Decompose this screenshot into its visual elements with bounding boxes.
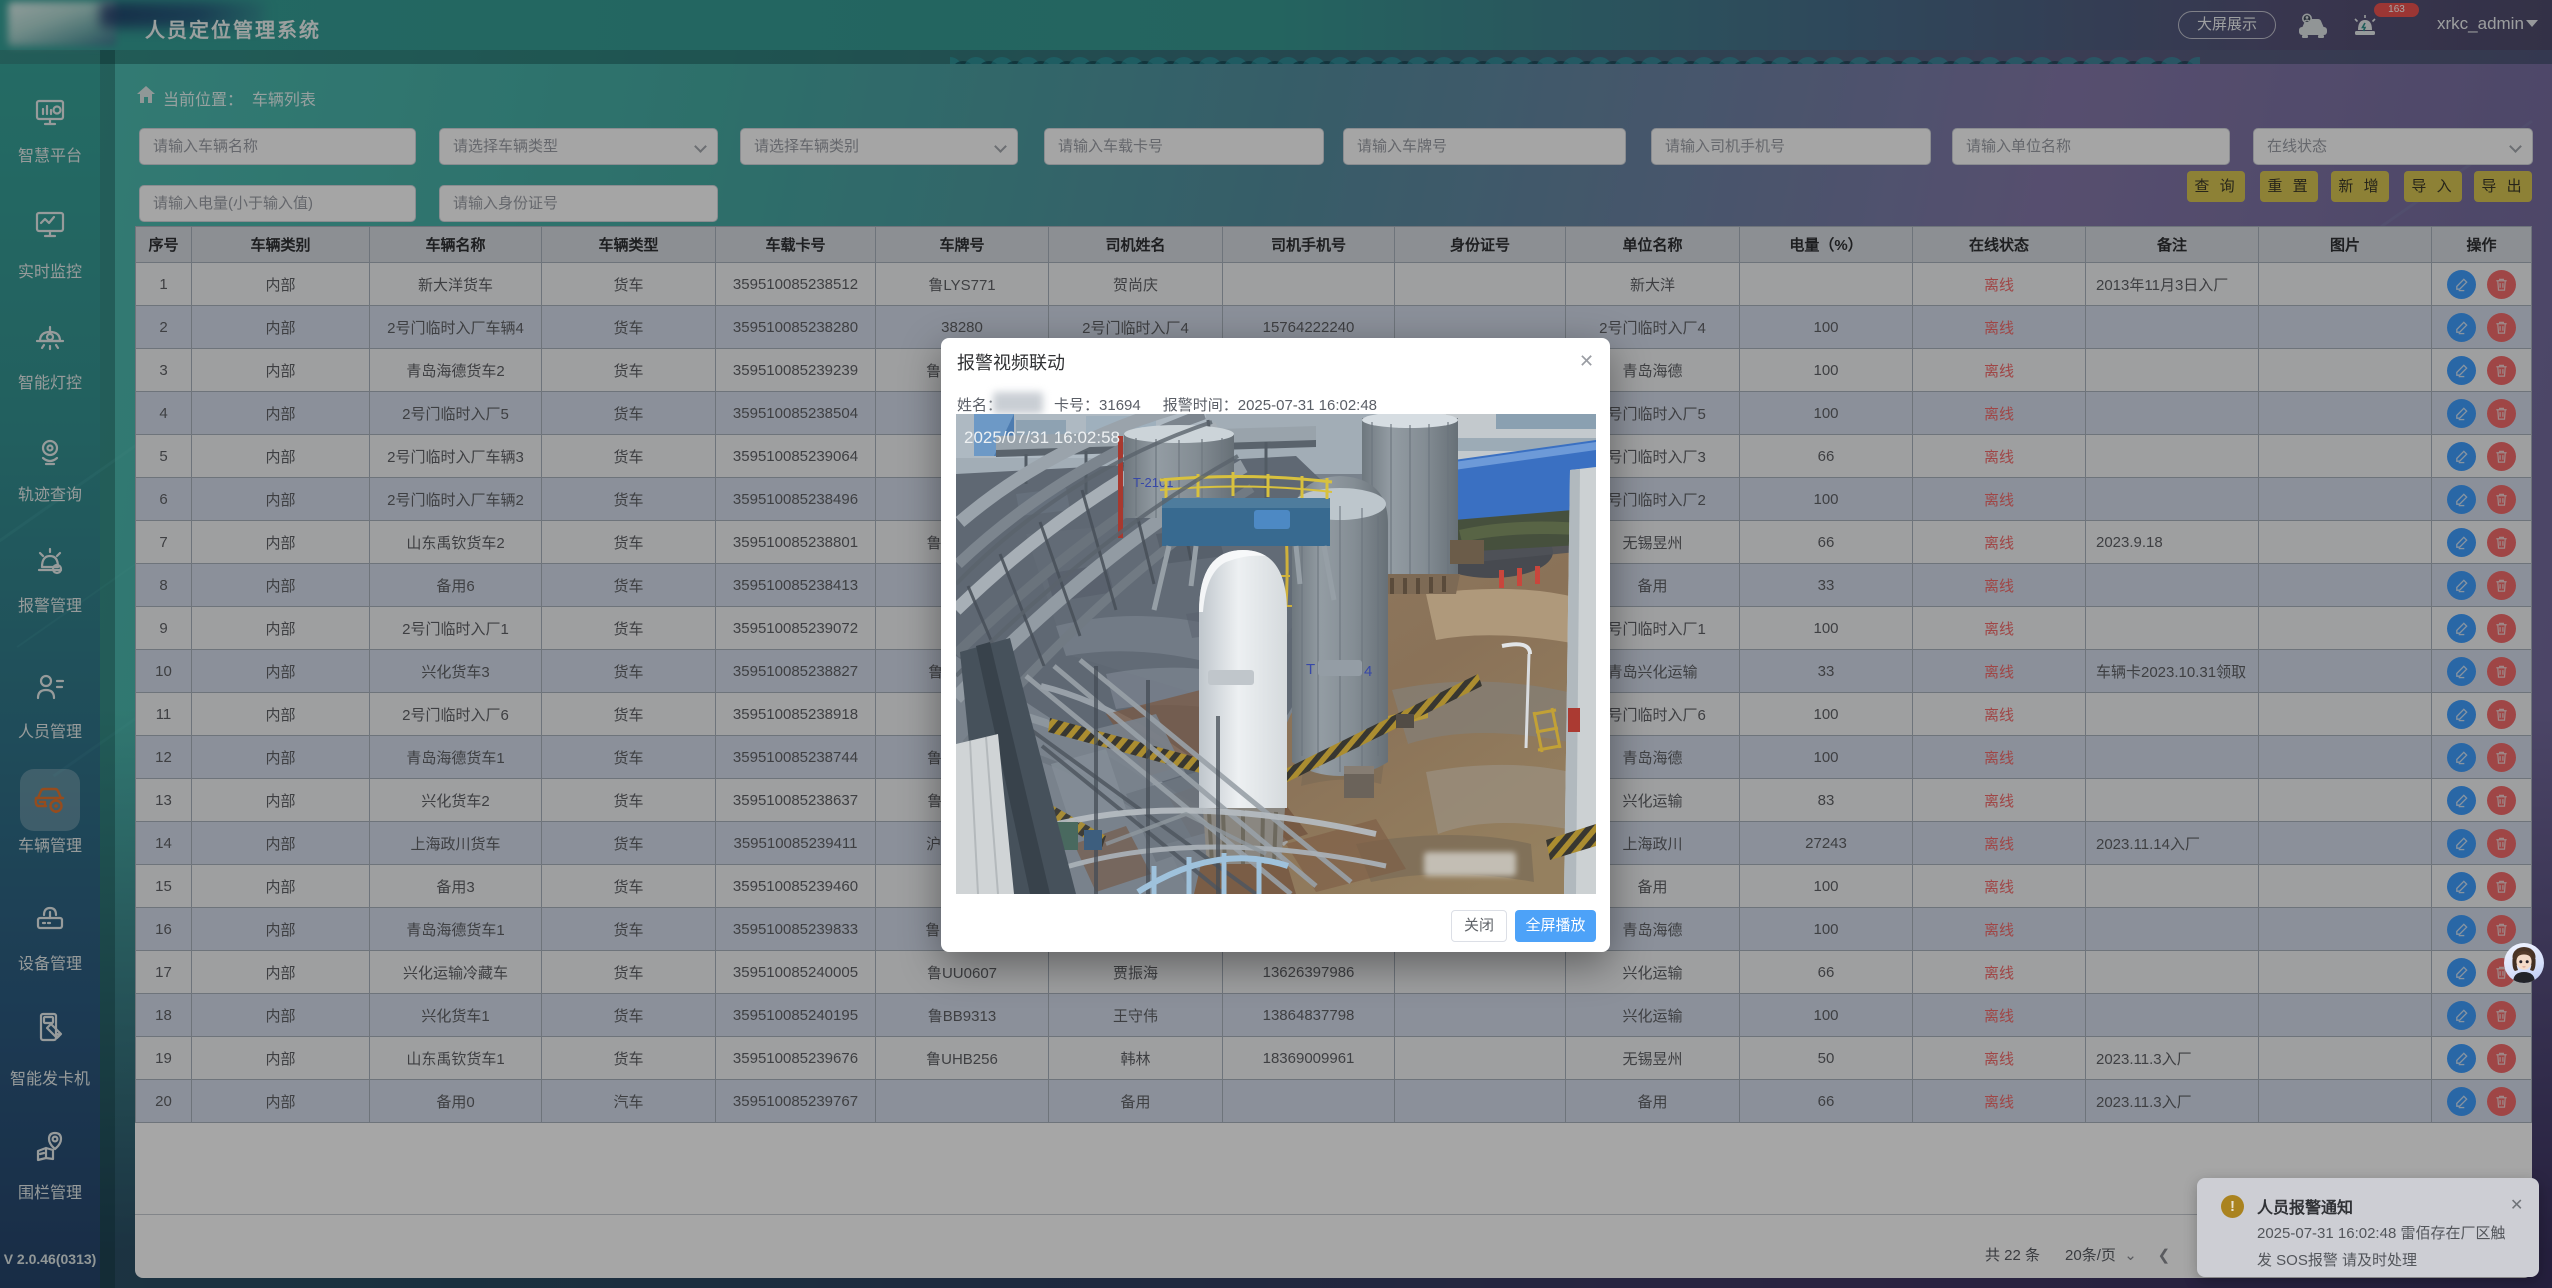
svg-text:T: T [1306, 661, 1315, 678]
svg-text:2025/07/31 16:02:58: 2025/07/31 16:02:58 [964, 428, 1120, 447]
svg-text:4: 4 [1364, 663, 1372, 680]
